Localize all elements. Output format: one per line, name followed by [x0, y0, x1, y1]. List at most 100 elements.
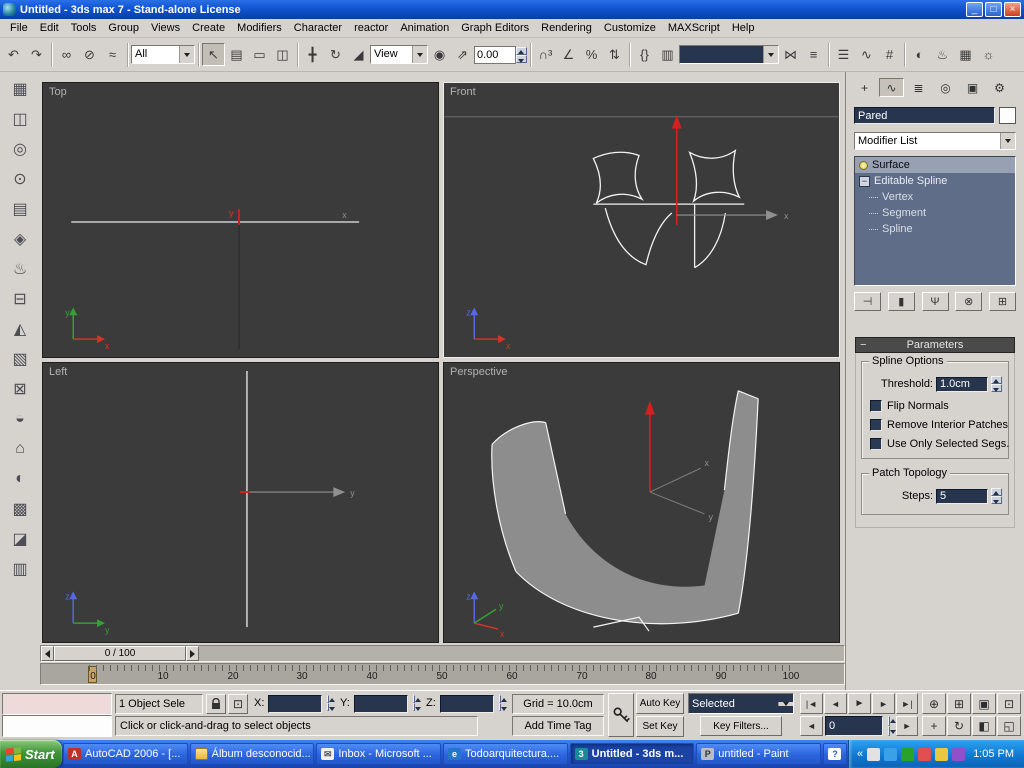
zoom-extents-button[interactable]: ▣	[972, 693, 996, 714]
edit-named-selections-button[interactable]: ▥	[656, 43, 679, 66]
toolbar-spinner[interactable]	[516, 46, 527, 63]
steps-spinner[interactable]	[991, 488, 1002, 504]
remove-interior-patches-checkbox[interactable]	[870, 419, 882, 431]
window-crossing-toggle[interactable]: ◫	[271, 43, 294, 66]
percent-snap-button[interactable]: %	[580, 43, 603, 66]
select-and-move-button[interactable]: ╋	[301, 43, 324, 66]
reactor-tool-15[interactable]: ▩	[6, 496, 34, 522]
viewport-left-canvas[interactable]: y z y	[43, 363, 438, 642]
x-spinner[interactable]	[322, 695, 335, 711]
maxscript-mini-listener-macro[interactable]	[2, 693, 112, 715]
modifier-list-dropdown[interactable]: Modifier List	[854, 132, 1016, 150]
viewport-perspective-label[interactable]: Perspective	[450, 366, 507, 378]
dropdown-arrow-icon[interactable]	[778, 701, 793, 706]
display-tab-icon[interactable]: ▣	[960, 78, 985, 97]
stack-item-editable-spline[interactable]: − Editable Spline	[855, 173, 1015, 189]
threshold-spinner[interactable]	[991, 376, 1002, 392]
selection-lock-toggle[interactable]	[206, 694, 226, 714]
region-zoom-button[interactable]: ◧	[972, 716, 996, 736]
add-time-tag[interactable]: Add Time Tag	[512, 716, 604, 736]
menu-character[interactable]: Character	[288, 20, 348, 36]
dropdown-arrow-icon[interactable]	[412, 46, 427, 63]
keyboard-override-toggle[interactable]: {}	[633, 43, 656, 66]
spinner-snap-button[interactable]: ⇅	[603, 43, 626, 66]
select-by-name-button[interactable]: ▤	[225, 43, 248, 66]
transform-gizmo[interactable]	[644, 400, 705, 515]
viewport-perspective-canvas[interactable]: x y z x y	[444, 363, 839, 642]
menu-edit[interactable]: Edit	[34, 20, 65, 36]
modifier-stack[interactable]: Surface − Editable Spline Vertex Segment…	[854, 156, 1016, 286]
select-and-link-button[interactable]: ∞	[55, 43, 78, 66]
go-to-start-button[interactable]: |◄	[800, 693, 823, 714]
reactor-tool-12[interactable]: ◒	[6, 406, 34, 432]
menu-group[interactable]: Group	[102, 20, 145, 36]
surface-object[interactable]	[491, 390, 759, 624]
y-coordinate-field[interactable]	[354, 695, 408, 713]
spline-object[interactable]	[592, 149, 745, 269]
previous-frame-button[interactable]: ◄	[824, 693, 847, 714]
utilities-tab-icon[interactable]: ⚙	[987, 78, 1012, 97]
tray-icon-3[interactable]	[901, 747, 915, 761]
viewport-front[interactable]: Front x z x	[443, 82, 840, 358]
play-button[interactable]: ►	[848, 693, 871, 714]
tray-icon-5[interactable]	[935, 747, 949, 761]
absolute-offset-toggle[interactable]: ⊡	[228, 694, 248, 714]
motion-tab-icon[interactable]: ◎	[933, 78, 958, 97]
reactor-tool-3[interactable]: ◎	[6, 136, 34, 162]
reference-coordsys-dropdown[interactable]: View	[370, 45, 428, 64]
close-button[interactable]: ×	[1004, 2, 1021, 17]
menu-customize[interactable]: Customize	[598, 20, 662, 36]
redo-button[interactable]: ↷	[25, 43, 48, 66]
layer-manager-button[interactable]: ☰	[832, 43, 855, 66]
reactor-tool-8[interactable]: ⊟	[6, 286, 34, 312]
reactor-tool-14[interactable]: ◐	[6, 466, 34, 492]
reactor-tool-13[interactable]: ⌂	[6, 436, 34, 462]
transform-gizmo[interactable]	[671, 114, 779, 225]
frame-spinner[interactable]	[883, 716, 896, 736]
remove-modifier-button[interactable]: ⊗	[955, 292, 983, 311]
menu-help[interactable]: Help	[726, 20, 761, 36]
select-and-scale-button[interactable]: ◢	[347, 43, 370, 66]
select-object-button[interactable]: ↖	[202, 43, 225, 66]
select-and-manipulate-button[interactable]: ⇗	[451, 43, 474, 66]
reactor-tool-9[interactable]: ◭	[6, 316, 34, 342]
arc-rotate-button[interactable]: ↻	[947, 716, 971, 736]
configure-modifier-sets-button[interactable]: ⊞	[989, 292, 1016, 311]
menu-create[interactable]: Create	[186, 20, 231, 36]
toolbar-spinner-field[interactable]: 0.00	[474, 45, 516, 64]
reactor-tool-10[interactable]: ▧	[6, 346, 34, 372]
dropdown-arrow-icon[interactable]	[763, 46, 778, 63]
pan-button[interactable]: +	[922, 716, 946, 736]
tray-icon-6[interactable]	[952, 747, 966, 761]
start-button[interactable]: Start	[0, 740, 62, 768]
object-color-swatch[interactable]	[999, 107, 1016, 124]
min-max-toggle-button[interactable]: ◱	[997, 716, 1021, 736]
mirror-button[interactable]: ⋈	[779, 43, 802, 66]
viewport-top-canvas[interactable]: y x y x	[43, 83, 438, 357]
title-bar[interactable]: Untitled - 3ds max 7 - Stand-alone Licen…	[0, 0, 1024, 19]
reactor-tool-4[interactable]: ⊙	[6, 166, 34, 192]
viewport-top[interactable]: Top y x y x	[42, 82, 439, 358]
next-frame-button[interactable]: ►	[872, 693, 895, 714]
time-slider-track[interactable]: 0 / 100	[40, 645, 845, 662]
menu-maxscript[interactable]: MAXScript	[662, 20, 726, 36]
taskbar-item-autocad[interactable]: A AutoCAD 2006 - [...	[63, 743, 188, 765]
y-spinner[interactable]	[408, 695, 421, 711]
viewport-left-label[interactable]: Left	[49, 366, 67, 378]
collapse-icon[interactable]: −	[859, 175, 870, 187]
taskbar-item-inbox[interactable]: ✉ Inbox - Microsoft ...	[316, 743, 441, 765]
rollout-collapse-icon[interactable]: −	[860, 338, 866, 352]
menu-reactor[interactable]: reactor	[348, 20, 394, 36]
next-key-button[interactable]: ►	[896, 716, 918, 736]
menu-file[interactable]: File	[4, 20, 34, 36]
menu-tools[interactable]: Tools	[65, 20, 103, 36]
pin-stack-button[interactable]: ⊣	[854, 292, 881, 311]
parameters-rollout-header[interactable]: − Parameters	[855, 337, 1015, 353]
snap-toggle-3d-button[interactable]: ∩³	[534, 43, 557, 66]
tray-chevron-icon[interactable]: «	[857, 748, 863, 760]
render-type-button[interactable]: ▦	[954, 43, 977, 66]
transform-gizmo[interactable]	[240, 487, 346, 498]
quick-render-button[interactable]: ☼	[977, 43, 1000, 66]
show-end-result-button[interactable]: ▮	[887, 292, 915, 311]
maximize-button[interactable]: □	[985, 2, 1002, 17]
